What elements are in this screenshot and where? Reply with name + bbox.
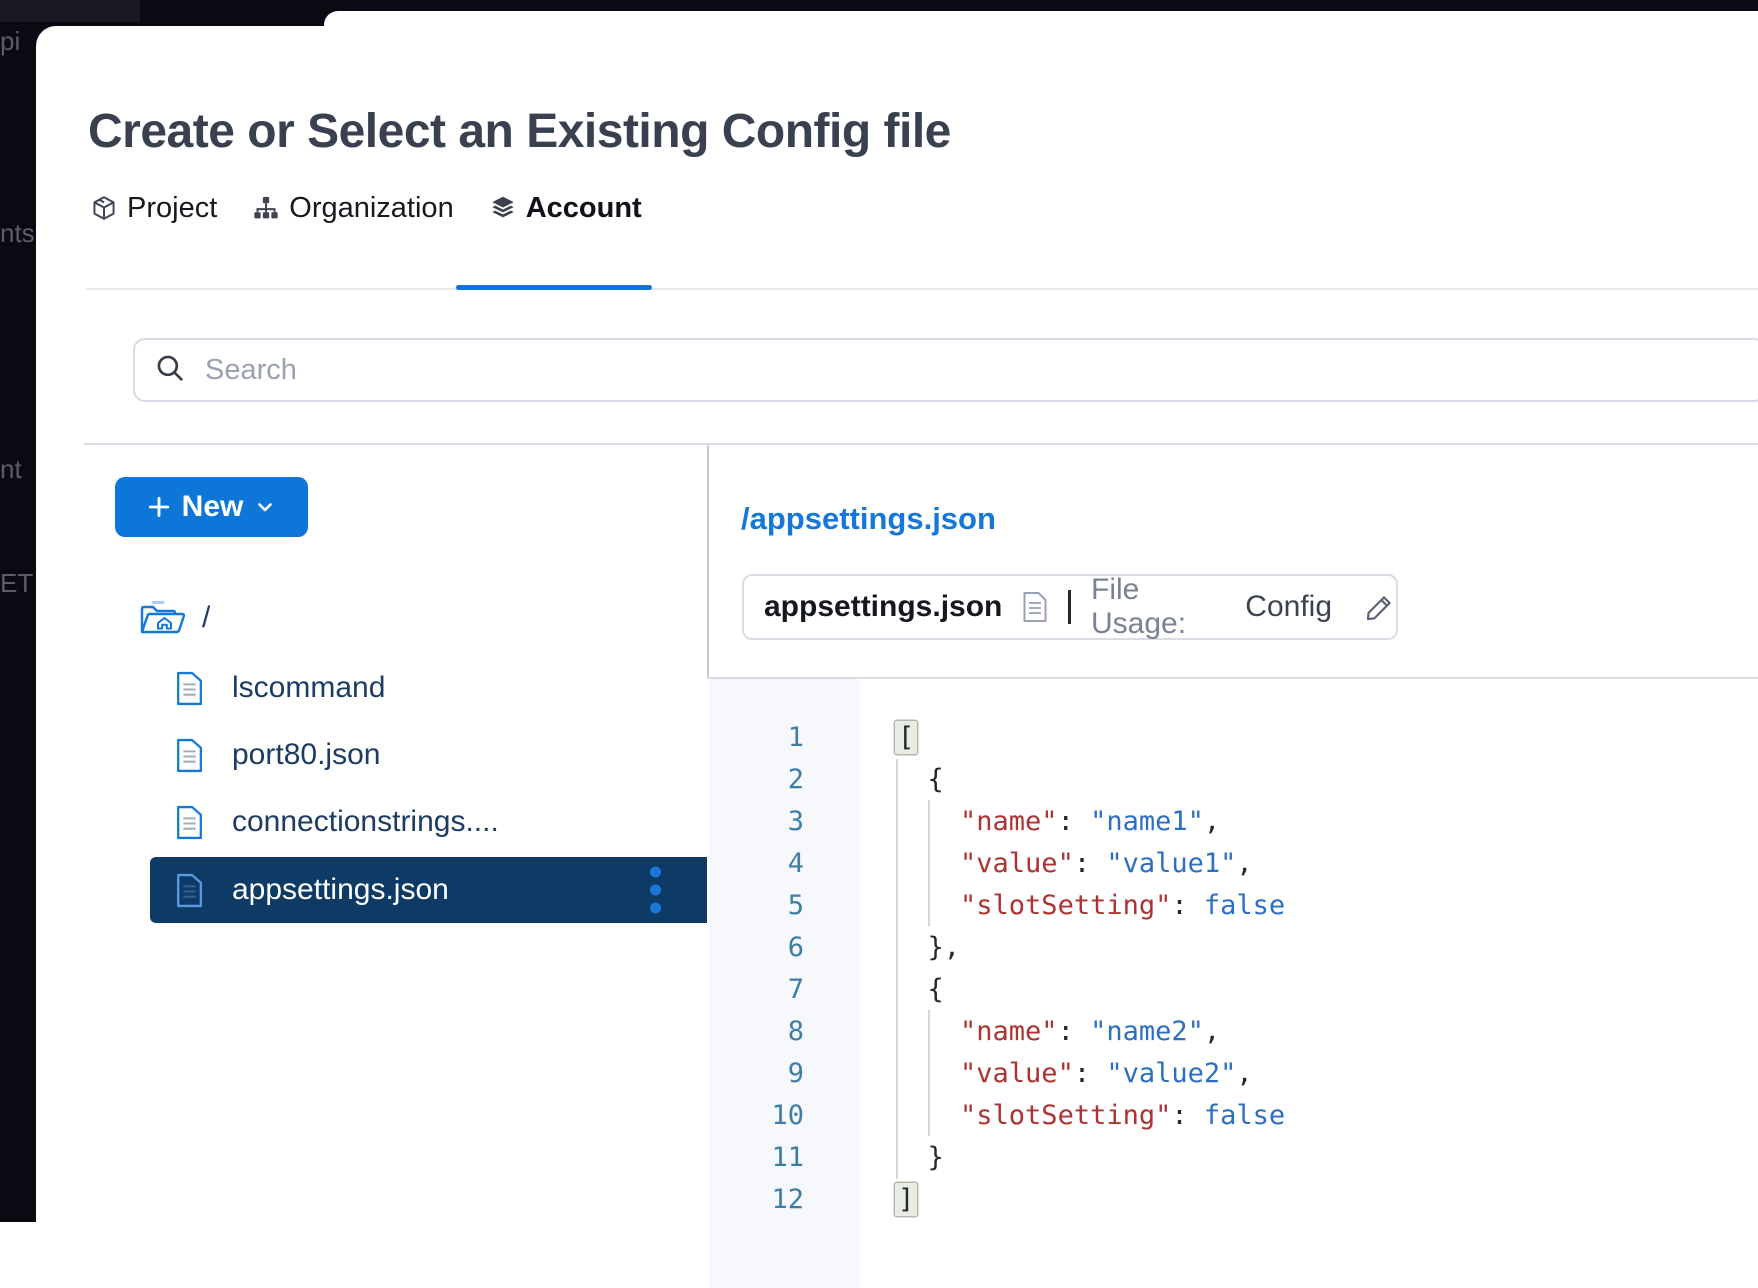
code-editor[interactable]: 1[2 {3 "name": "name1",4 "value": "value… [707, 677, 1758, 1288]
search-box[interactable] [133, 338, 1758, 402]
backdrop-footer [0, 1222, 36, 1288]
code-line: 11 } [709, 1136, 1758, 1178]
file-row[interactable]: connectionstrings.... [150, 789, 707, 855]
file-name: connectionstrings.... [232, 805, 499, 839]
line-number: 12 [709, 1184, 860, 1215]
code-text: "slotSetting": false [860, 890, 1285, 921]
line-number: 6 [709, 932, 860, 963]
cube-icon [90, 194, 118, 222]
layers-icon [489, 194, 517, 222]
file-icon [175, 671, 204, 706]
code-line: 5 "slotSetting": false [709, 884, 1758, 926]
line-number: 2 [709, 764, 860, 795]
code-lines: 1[2 {3 "name": "name1",4 "value": "value… [709, 716, 1758, 1220]
document-icon [1022, 591, 1048, 623]
search-icon [153, 351, 187, 390]
line-number: 5 [709, 890, 860, 921]
line-number: 3 [709, 806, 860, 837]
code-text: "name": "name1", [860, 806, 1220, 837]
modal-title: Create or Select an Existing Config file [88, 104, 951, 159]
backdrop-fragment: nts [0, 218, 36, 249]
code-line: 7 { [709, 968, 1758, 1010]
code-text: }, [860, 932, 960, 963]
code-line: 8 "name": "name2", [709, 1010, 1758, 1052]
code-line: 6 }, [709, 926, 1758, 968]
backdrop-fragment: ET [0, 568, 36, 599]
backdrop-block [0, 0, 140, 22]
tab-project[interactable]: Project [90, 192, 217, 225]
edit-pencil-icon[interactable] [1364, 591, 1396, 623]
tab-label: Project [127, 192, 217, 225]
code-text: { [860, 974, 944, 1005]
line-number: 4 [709, 848, 860, 879]
file-icon [175, 805, 204, 840]
backdrop-fragment: pi [0, 26, 36, 57]
code-text: "name": "name2", [860, 1016, 1220, 1047]
line-number: 11 [709, 1142, 860, 1173]
tab-bar: Project Organization Account [90, 182, 642, 234]
file-usage-box: appsettings.json File Usage: Config [742, 574, 1398, 640]
file-row[interactable]: port80.json [150, 722, 707, 788]
line-number: 8 [709, 1016, 860, 1047]
tree-root-folder[interactable]: / [138, 585, 210, 651]
file-usage-value: Config [1245, 590, 1332, 624]
code-text: [ [860, 722, 917, 753]
tab-divider [86, 288, 1758, 290]
file-icon [175, 738, 204, 773]
org-chart-icon [252, 194, 280, 222]
open-folder-home-icon [138, 599, 188, 637]
code-line: 10 "slotSetting": false [709, 1094, 1758, 1136]
tab-label: Organization [289, 192, 453, 225]
file-row[interactable]: appsettings.json [150, 857, 707, 923]
line-number: 1 [709, 722, 860, 753]
line-number: 7 [709, 974, 860, 1005]
tab-organization[interactable]: Organization [252, 192, 453, 225]
plus-icon [146, 494, 172, 520]
file-row[interactable]: lscommand [150, 655, 707, 721]
code-text: } [860, 1142, 944, 1173]
config-file-modal: Create or Select an Existing Config file… [36, 26, 1758, 1288]
code-line: 12] [709, 1178, 1758, 1220]
chevron-down-icon [253, 495, 277, 519]
file-name: appsettings.json [764, 590, 1002, 624]
new-button[interactable]: New [115, 477, 308, 537]
code-text: { [860, 764, 944, 795]
active-tab-underline [456, 285, 652, 290]
tab-account[interactable]: Account [489, 192, 642, 225]
code-line: 4 "value": "value1", [709, 842, 1758, 884]
line-number: 10 [709, 1100, 860, 1131]
file-name: appsettings.json [232, 873, 449, 907]
root-folder-label: / [202, 601, 210, 635]
code-line: 2 { [709, 758, 1758, 800]
kebab-menu-icon[interactable] [650, 867, 661, 914]
code-line: 3 "name": "name1", [709, 800, 1758, 842]
file-icon [175, 873, 204, 908]
code-text: "slotSetting": false [860, 1100, 1285, 1131]
file-name: port80.json [232, 738, 380, 772]
panel-top-divider [84, 443, 1758, 445]
backdrop-fragment: nt [0, 454, 36, 485]
code-text: ] [860, 1184, 917, 1215]
file-name: lscommand [232, 671, 385, 705]
new-button-label: New [182, 490, 244, 524]
tab-label: Account [526, 192, 642, 225]
code-line: 9 "value": "value2", [709, 1052, 1758, 1094]
screen: pi nts nt ET Create or Select an Existing C… [0, 0, 1758, 1288]
code-text: "value": "value1", [860, 848, 1253, 879]
file-usage-label: File Usage: [1091, 573, 1225, 641]
file-path-link[interactable]: /appsettings.json [741, 501, 996, 537]
search-input[interactable] [203, 353, 1758, 388]
line-number: 9 [709, 1058, 860, 1089]
code-line: 1[ [709, 716, 1758, 758]
code-text: "value": "value2", [860, 1058, 1253, 1089]
separator-bar [1068, 590, 1071, 624]
